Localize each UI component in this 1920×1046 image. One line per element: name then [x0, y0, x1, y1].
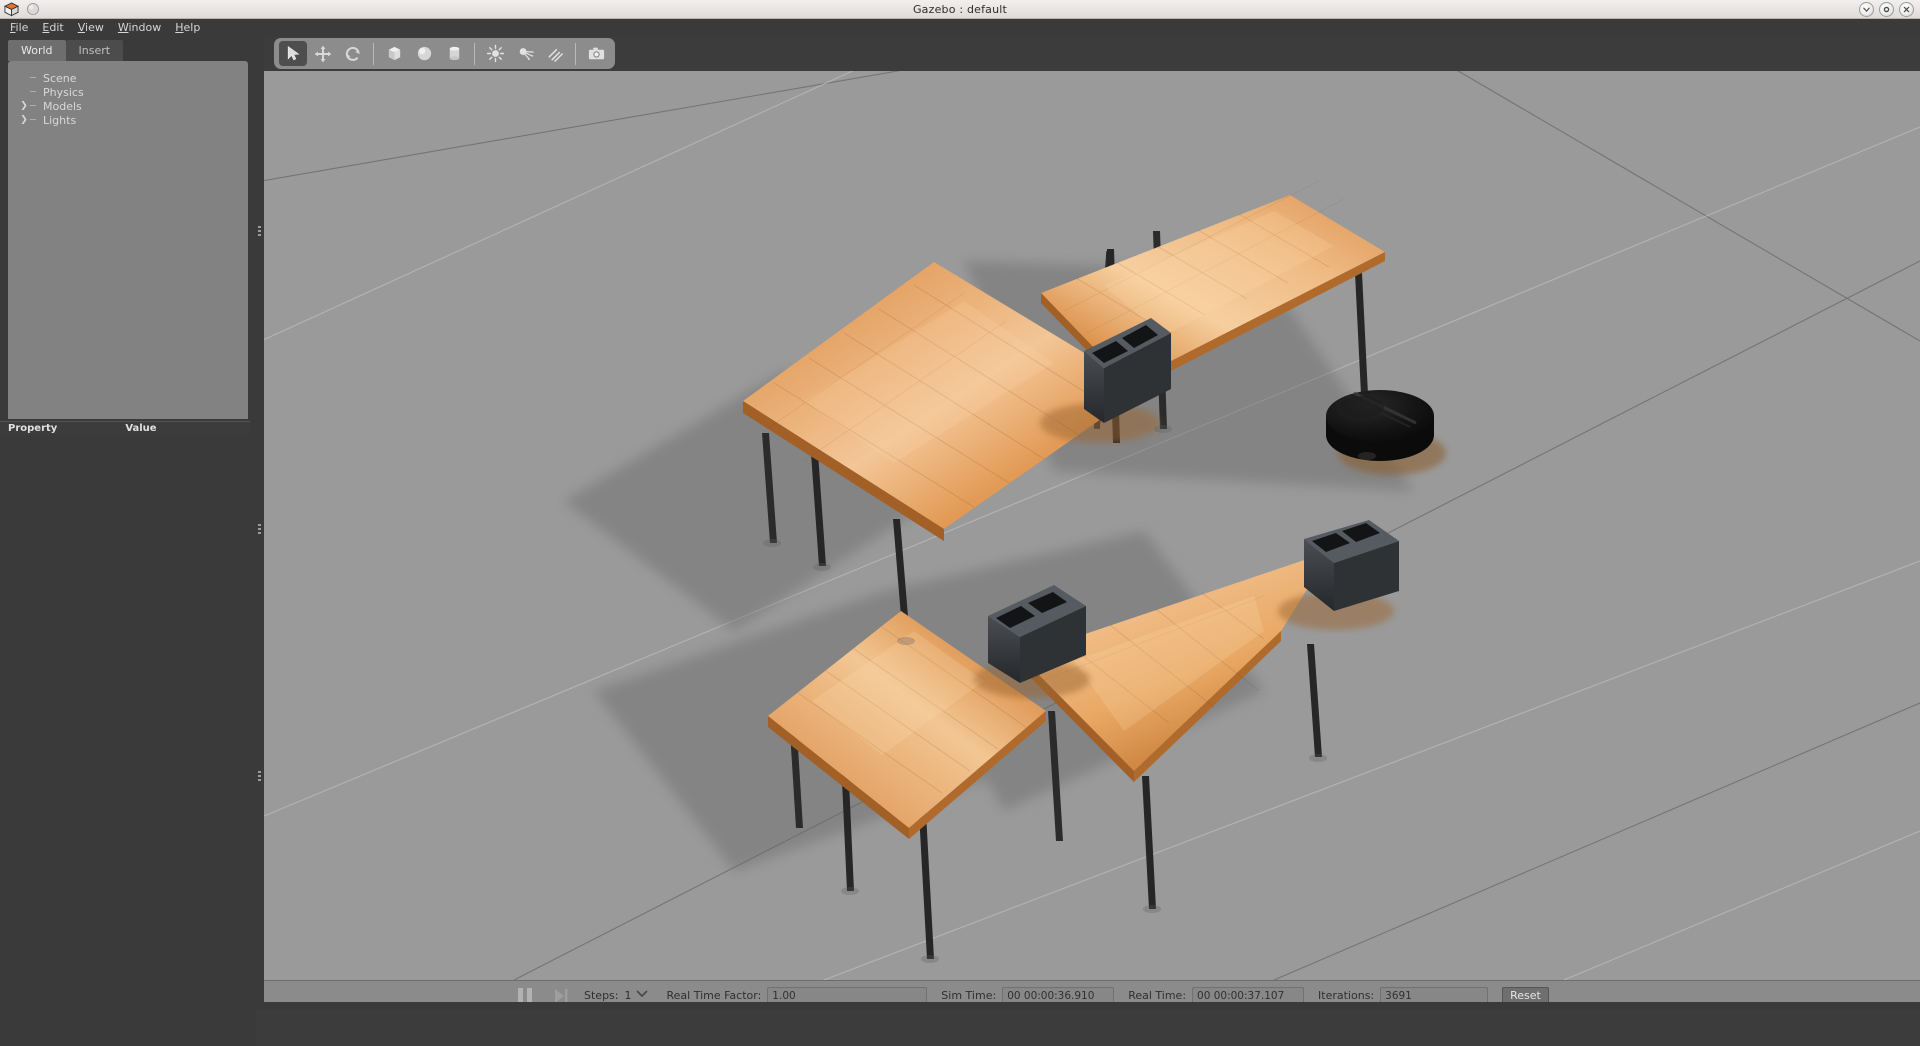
- toolbar-separator: [474, 43, 475, 65]
- tree-branch-line: ─: [30, 101, 43, 112]
- property-table-body: [0, 435, 256, 1046]
- tree-expander-models-icon[interactable]: ❯: [18, 101, 30, 111]
- select-mode-button[interactable]: [279, 41, 307, 66]
- steps-label: Steps:: [584, 989, 618, 1002]
- steps-chevron-down-icon[interactable]: [636, 990, 648, 1001]
- screenshot-button[interactable]: [582, 41, 610, 66]
- tree-item-scene[interactable]: ─ Scene: [8, 71, 248, 85]
- tree-item-lights[interactable]: ❯ ─ Lights: [8, 113, 248, 127]
- menu-view-rest: iew: [85, 21, 104, 34]
- translate-mode-button[interactable]: [309, 41, 337, 66]
- menu-window-rest: indow: [129, 21, 162, 34]
- scene-render: [264, 71, 1920, 980]
- tab-world[interactable]: World: [8, 40, 66, 61]
- window-titlebar: Gazebo : default: [0, 0, 1920, 19]
- tree-item-models[interactable]: ❯ ─ Models: [8, 99, 248, 113]
- menubar: File Edit View Window Help: [0, 19, 1920, 36]
- window-bottom-strip: [0, 1002, 1920, 1010]
- close-button[interactable]: [1899, 2, 1914, 17]
- tree-branch-line: ─: [30, 73, 43, 84]
- steps-value: 1: [624, 989, 631, 1002]
- menu-file-rest: ile: [16, 21, 29, 34]
- left-panel: World Insert ─ Scene ─ Physics ❯ ─ Model…: [0, 36, 256, 1010]
- minimize-button[interactable]: [1859, 2, 1874, 17]
- tree-item-physics[interactable]: ─ Physics: [8, 85, 248, 99]
- scene-toolbar-group: [274, 38, 615, 69]
- iterations-label: Iterations:: [1318, 989, 1374, 1002]
- insert-cylinder-button[interactable]: [440, 41, 468, 66]
- insert-sphere-button[interactable]: [410, 41, 438, 66]
- tab-insert[interactable]: Insert: [66, 40, 124, 61]
- panel-splitter[interactable]: [256, 36, 264, 1010]
- gazebo-3d-viewport[interactable]: [264, 71, 1920, 980]
- property-table-header: Property Value: [0, 421, 250, 435]
- window-title: Gazebo : default: [0, 3, 1920, 16]
- property-column-header: Property: [8, 423, 57, 434]
- value-column-header: Value: [125, 423, 156, 434]
- menu-edit-rest: dit: [49, 21, 63, 34]
- maximize-button[interactable]: [1879, 2, 1894, 17]
- splitter-handle-top[interactable]: [258, 226, 261, 236]
- insert-box-button[interactable]: [380, 41, 408, 66]
- sim-time-label: Sim Time:: [941, 989, 996, 1002]
- tree-expander-lights-icon[interactable]: ❯: [18, 115, 30, 125]
- render-area: Steps: 1 Real Time Factor: 1.00 Sim Time…: [264, 36, 1920, 1010]
- menu-view[interactable]: View: [72, 20, 112, 36]
- splitter-handle-middle[interactable]: [258, 524, 261, 534]
- toolbar-separator: [373, 43, 374, 65]
- splitter-handle-bottom[interactable]: [258, 771, 261, 781]
- tree-branch-line: ─: [30, 115, 43, 126]
- menu-help[interactable]: Help: [169, 20, 208, 36]
- menu-edit[interactable]: Edit: [36, 20, 71, 36]
- insert-point-light-button[interactable]: [481, 41, 509, 66]
- left-panel-tabstrip: World Insert: [0, 36, 256, 61]
- tree-branch-line: ─: [30, 87, 43, 98]
- ground-plane: [264, 71, 1920, 980]
- menu-help-rest: elp: [184, 21, 201, 34]
- scene-toolbar: [264, 36, 1920, 71]
- window-controls: [1859, 2, 1914, 17]
- robot-top: [1326, 390, 1434, 442]
- menu-window[interactable]: Window: [112, 20, 169, 36]
- insert-directional-light-button[interactable]: [541, 41, 569, 66]
- toolbar-separator: [575, 43, 576, 65]
- real-time-label: Real Time:: [1128, 989, 1186, 1002]
- menu-file[interactable]: File: [4, 20, 36, 36]
- tree-label-lights: Lights: [43, 114, 76, 127]
- tree-label-scene: Scene: [43, 72, 77, 85]
- tree-label-physics: Physics: [43, 86, 84, 99]
- insert-spot-light-button[interactable]: [511, 41, 539, 66]
- world-tree[interactable]: ─ Scene ─ Physics ❯ ─ Models ❯ ─ Lights: [8, 61, 248, 419]
- rotate-mode-button[interactable]: [339, 41, 367, 66]
- robot-panel: [1340, 396, 1384, 418]
- real-time-factor-label: Real Time Factor:: [666, 989, 761, 1002]
- tree-label-models: Models: [43, 100, 82, 113]
